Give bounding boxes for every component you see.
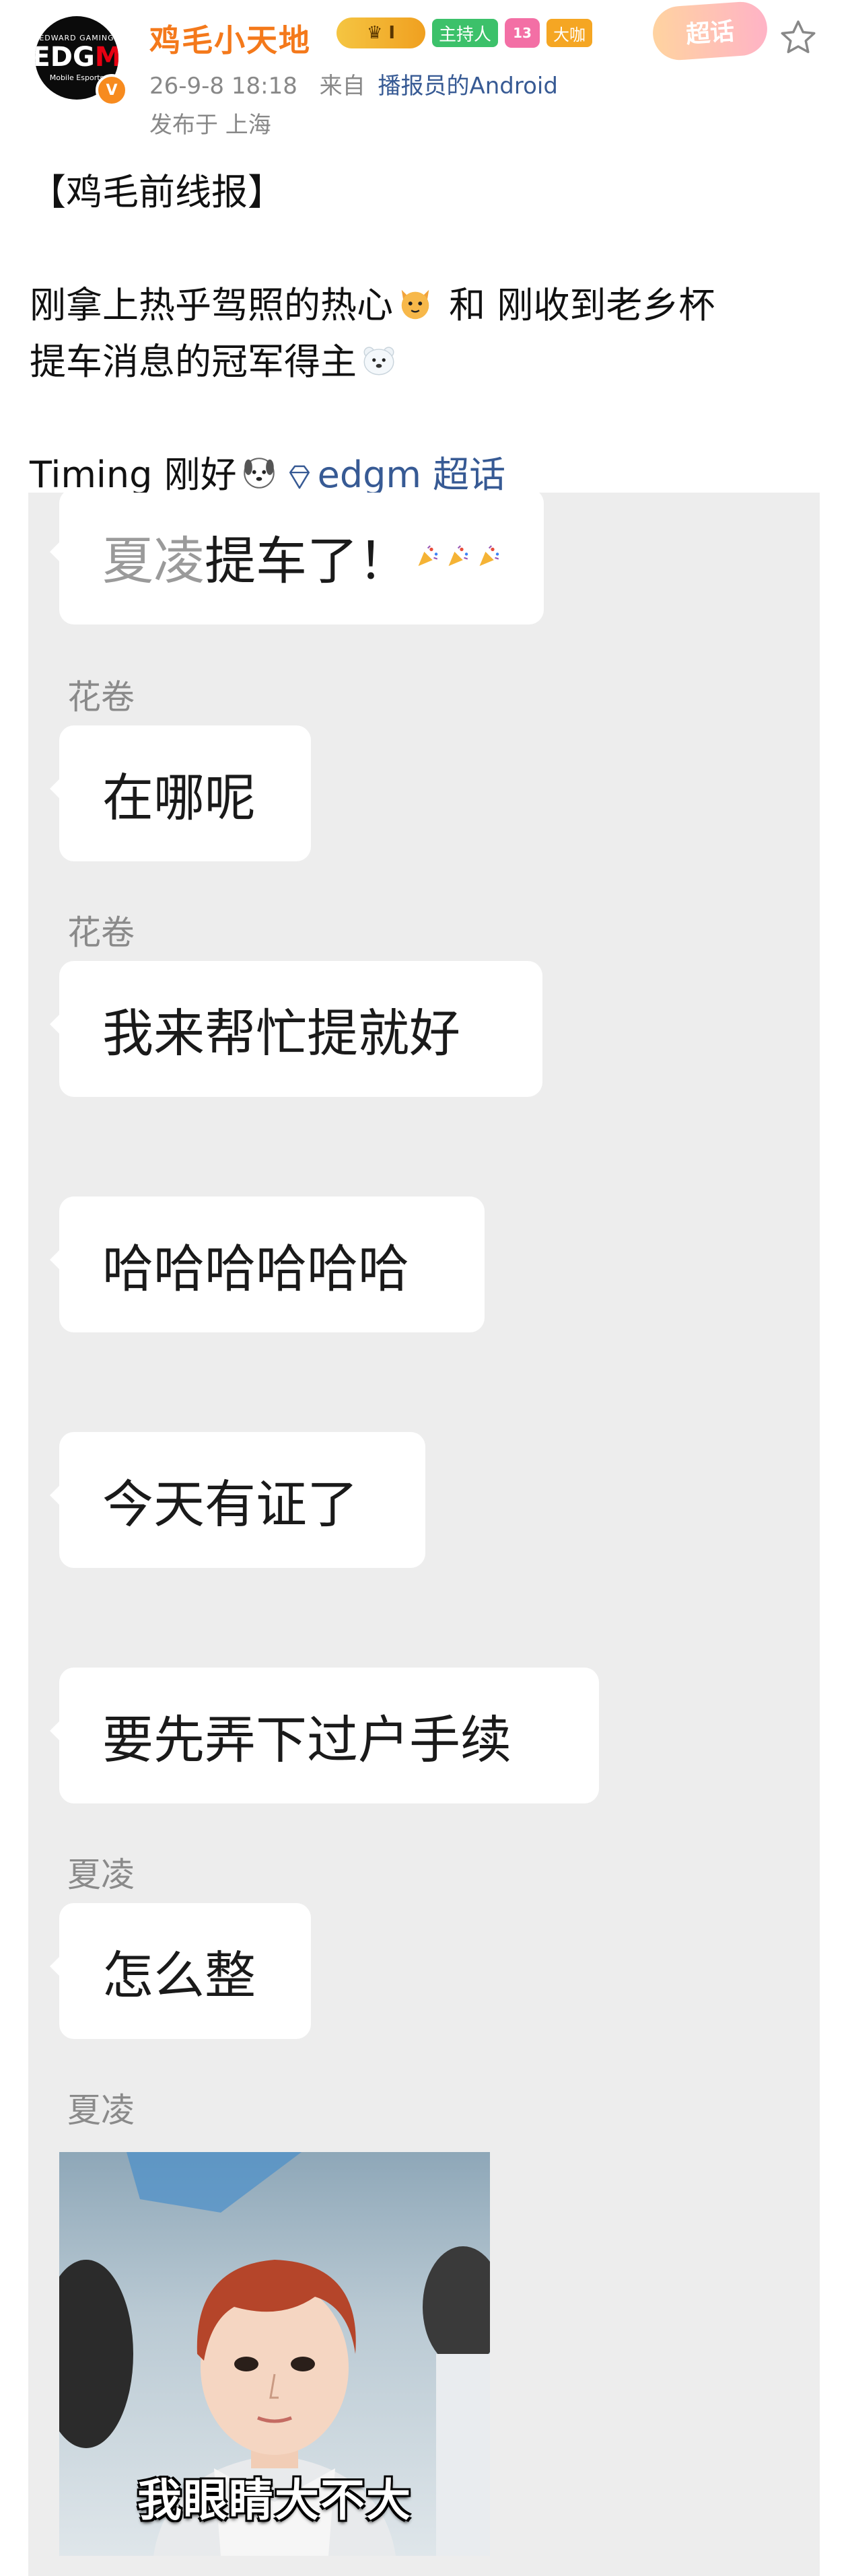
chat-bubble: 怎么整 bbox=[50, 1903, 311, 2039]
avatar-logo: EDGM bbox=[35, 44, 118, 71]
sender-name: 花卷 bbox=[67, 913, 135, 952]
level-badge[interactable]: 13 bbox=[505, 18, 540, 48]
party-popper-icon bbox=[448, 545, 468, 567]
bubble-text: 提车了！ bbox=[205, 531, 409, 591]
bubble-text: 我来帮忙提就好 bbox=[102, 1003, 460, 1063]
sender-name: 夏凌 bbox=[67, 2091, 135, 2130]
post-meta: 26-9-8 18:18 来自 播报员的Android bbox=[149, 67, 558, 100]
chat-bubble: 夏凌 提车了！ bbox=[50, 493, 544, 624]
user-badges: ♛ I 主持人 13 大咖 bbox=[337, 17, 593, 48]
bubble-text: 哈哈哈哈哈哈 bbox=[102, 1239, 409, 1299]
crown-badge-icon[interactable]: ♛ I bbox=[337, 17, 425, 48]
bubble-text: 今天有证了 bbox=[102, 1474, 358, 1534]
bubble-text: 怎么整 bbox=[102, 1945, 256, 2005]
source-prefix: 来自 bbox=[319, 73, 365, 100]
chat-photo[interactable]: 我眼睛大不大 bbox=[59, 2152, 490, 2556]
bubble-text: 要先弄下过户手续 bbox=[102, 1710, 511, 1770]
crown-badge-label: I bbox=[388, 23, 396, 43]
host-badge[interactable]: 主持人 bbox=[432, 19, 499, 47]
polar-bear-emoji-icon bbox=[363, 347, 394, 375]
post-text: 刚拿上热乎驾照的热心 bbox=[30, 284, 393, 326]
avatar-logo-m: M bbox=[94, 42, 118, 73]
diamond-icon bbox=[289, 465, 310, 489]
avatar-logo-text: EDG bbox=[35, 42, 95, 73]
chat-bubble: 今天有证了 bbox=[50, 1432, 425, 1568]
chat-bubble: 要先弄下过户手续 bbox=[50, 1668, 599, 1803]
big-v-badge[interactable]: 大咖 bbox=[546, 19, 593, 47]
sender-name: 花卷 bbox=[67, 678, 135, 717]
party-popper-icon bbox=[418, 545, 438, 567]
bubble-name-overlap: 夏凌 bbox=[102, 531, 205, 591]
post-line: 刚拿上热乎驾照的热心 和 刚收到老乡杯 bbox=[30, 277, 824, 334]
username[interactable]: 鸡毛小天地 bbox=[149, 16, 311, 61]
verified-icon: V bbox=[96, 74, 128, 106]
post-body: 【鸡毛前线报】 刚拿上热乎驾照的热心 和 刚收到老乡杯 提车消息的冠军得主 Ti… bbox=[30, 164, 824, 503]
star-icon[interactable] bbox=[778, 17, 818, 58]
dog-emoji-icon bbox=[243, 458, 275, 489]
chat-screenshot[interactable]: 夏凌 提车了！ 花卷 在哪呢 花卷 我来帮忙提就好 哈哈哈哈哈哈 今天有证了 要先… bbox=[28, 493, 820, 2576]
post-header: EDWARD GAMING EDGM Mobile Esports V 鸡毛小天… bbox=[0, 0, 848, 148]
chat-bubble: 哈哈哈哈哈哈 bbox=[50, 1196, 485, 1332]
avatar-logo-sub: Mobile Esports bbox=[49, 73, 104, 82]
post-line: 提车消息的冠军得主 bbox=[30, 334, 824, 390]
supertopic-badge[interactable]: 超话 bbox=[651, 0, 769, 62]
post-location: 发布于 上海 bbox=[149, 112, 271, 139]
sender-name: 夏凌 bbox=[67, 1855, 135, 1894]
photo-caption: 我眼睛大不大 bbox=[137, 2474, 412, 2526]
source-device-link[interactable]: 播报员的Android bbox=[378, 73, 557, 100]
supertopic-link[interactable]: edgm 超话 bbox=[281, 454, 506, 496]
post-line: 【鸡毛前线报】 bbox=[30, 171, 284, 213]
post-text: Timing 刚好 bbox=[30, 454, 237, 496]
cat-emoji-icon bbox=[401, 289, 429, 320]
chat-bubble: 我来帮忙提就好 bbox=[50, 961, 542, 1097]
timestamp: 26-9-8 18:18 bbox=[149, 73, 297, 100]
party-popper-icon bbox=[479, 545, 499, 567]
bubble-text: 在哪呢 bbox=[102, 768, 256, 828]
post-text: 和 刚收到老乡杯 bbox=[437, 284, 715, 326]
chat-bubble: 在哪呢 bbox=[50, 725, 311, 861]
supertopic-link-label: edgm 超话 bbox=[317, 454, 506, 496]
post-text: 提车消息的冠军得主 bbox=[30, 341, 357, 383]
